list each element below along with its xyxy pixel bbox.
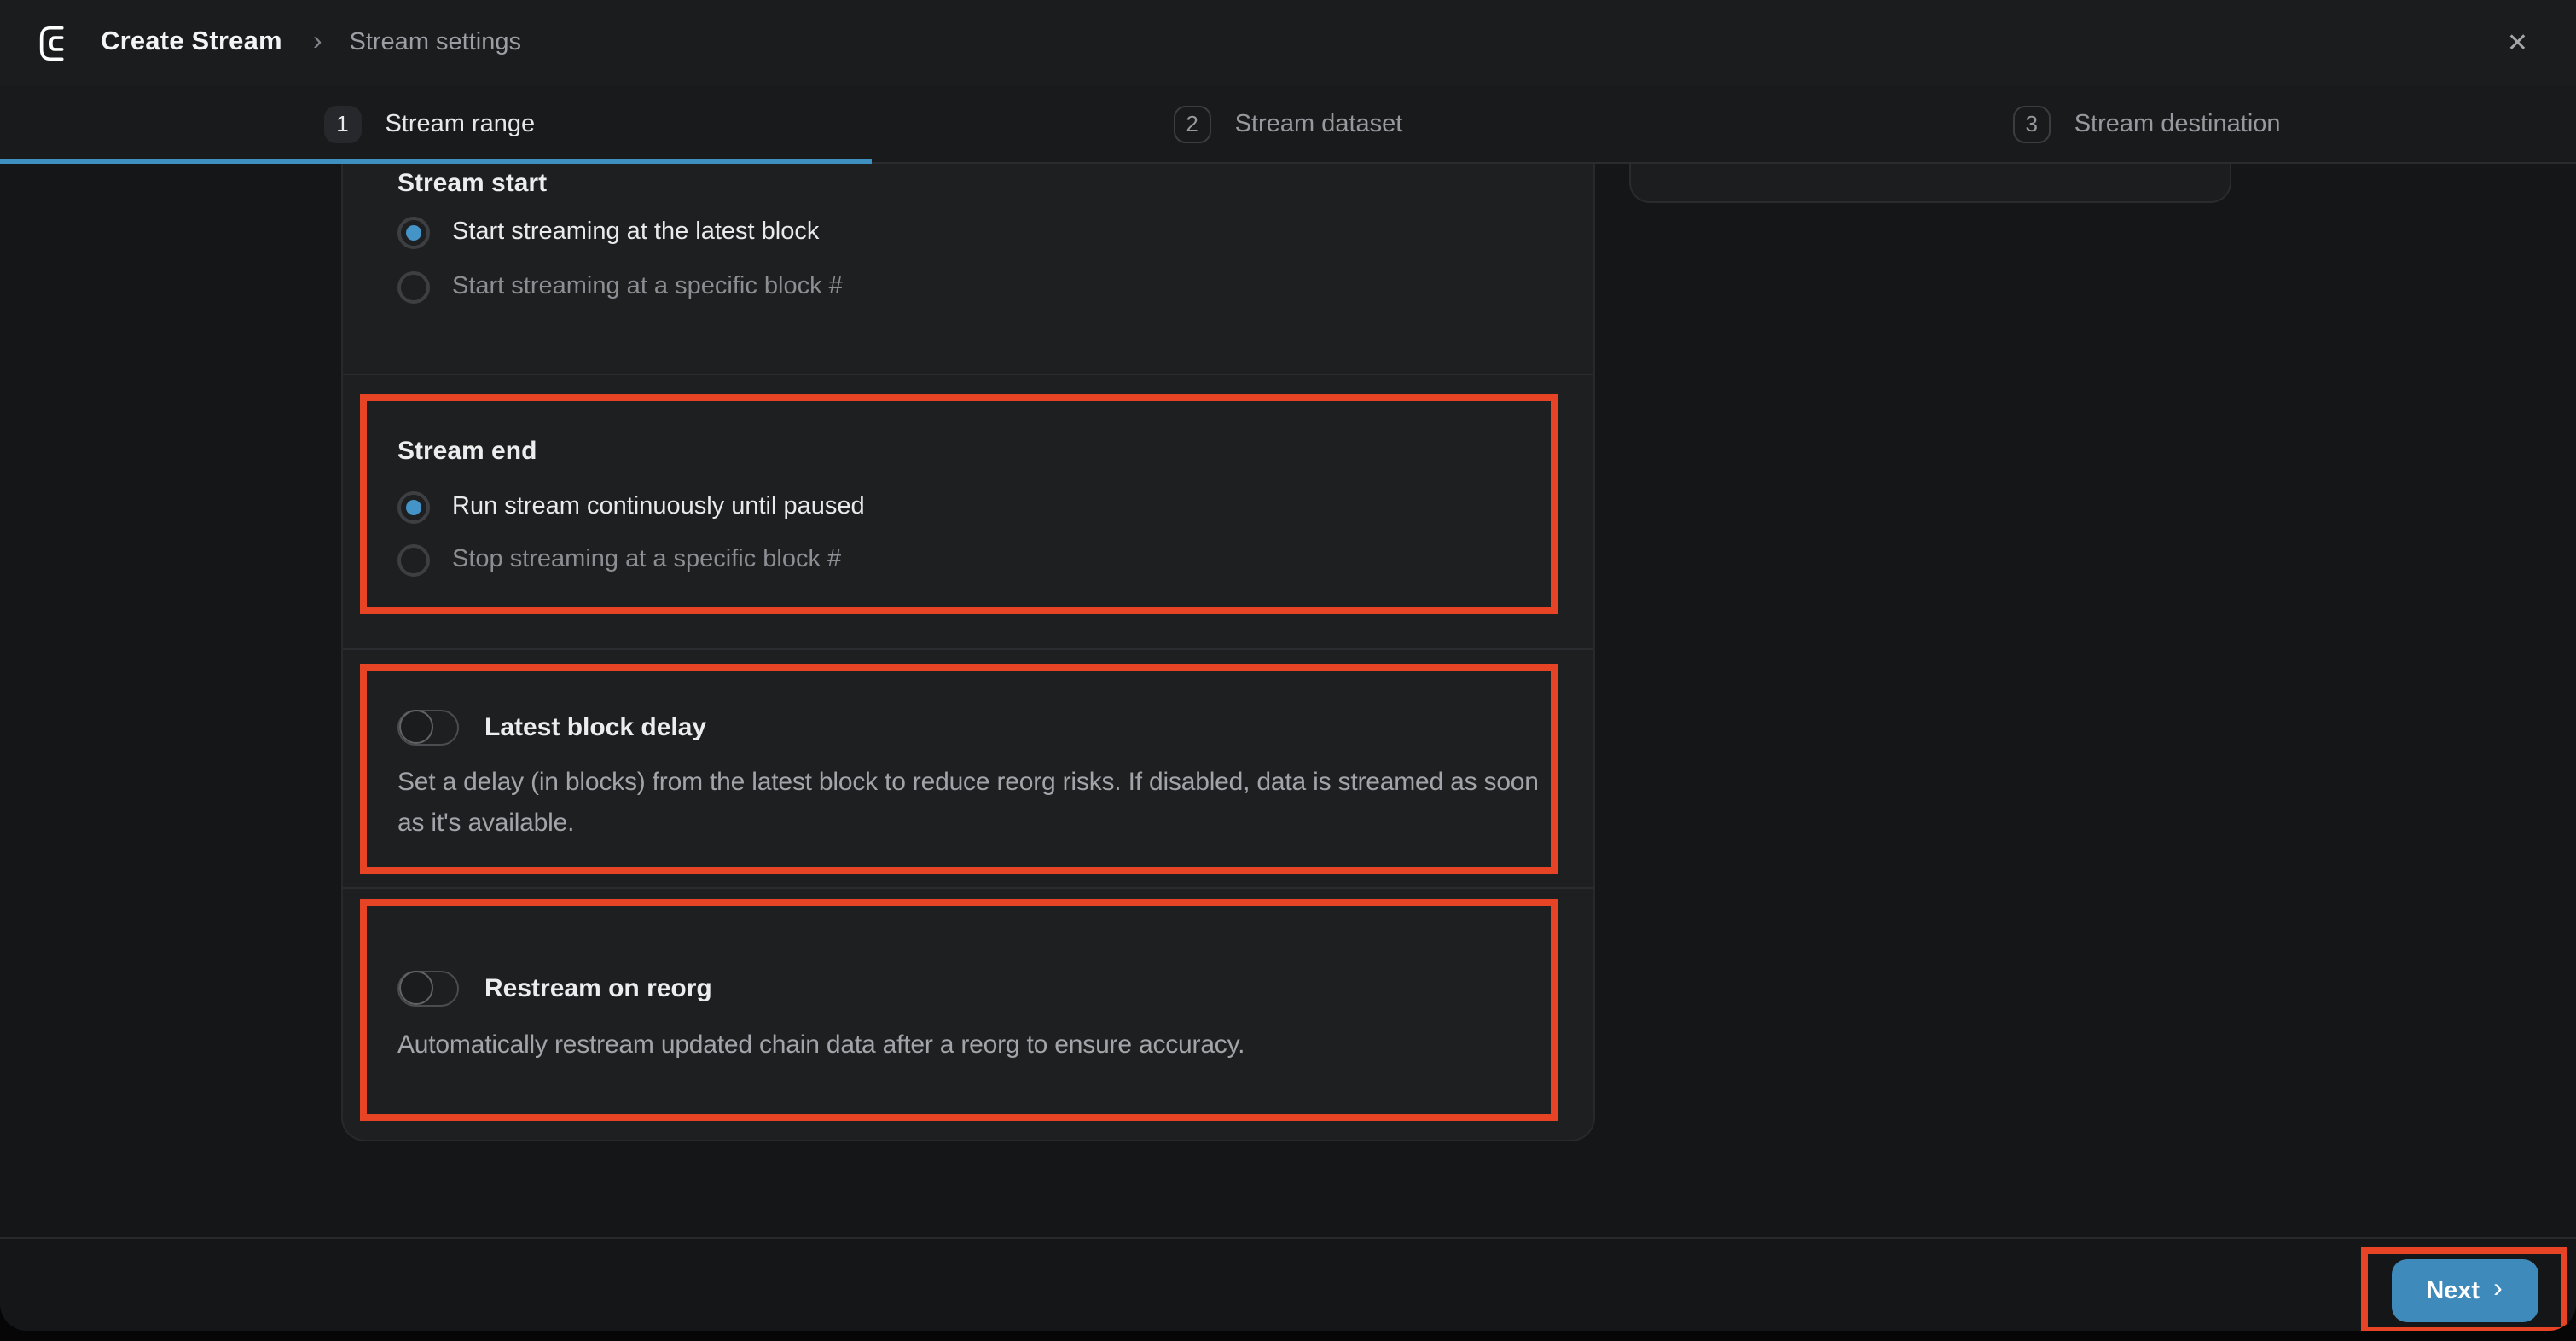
radio-icon[interactable] [397,543,430,576]
tab-label: Stream dataset [1235,110,1403,137]
toggle-label: Restream on reorg [484,973,712,1002]
modal-title: Create Stream [101,27,282,58]
breadcrumb-chevron-icon: › [313,29,322,56]
tab-stream-destination[interactable]: 3 Stream destination [1717,85,2576,162]
close-icon[interactable]: ✕ [2500,23,2535,62]
radio-option-run-continuously[interactable]: Run stream continuously until paused [397,488,1539,525]
toggle-description: Set a delay (in blocks) from the latest … [397,763,1539,843]
tab-label: Stream destination [2074,110,2281,137]
radio-icon[interactable] [397,216,430,248]
tab-stream-range[interactable]: 1 Stream range [0,85,859,162]
radio-label: Start streaming at a specific block # [452,273,843,300]
toggle-knob [399,710,433,744]
active-tab-underline [0,159,872,164]
toggle-knob [399,971,433,1005]
annotation-box-next: Next › [2361,1247,2567,1331]
step-tabs: 1 Stream range 2 Stream dataset 3 Stream… [0,85,2576,164]
radio-option-latest-block[interactable]: Start streaming at the latest block [397,213,1539,251]
content-area: Stream start Start streaming at the late… [0,164,2576,1237]
next-button-label: Next [2426,1277,2480,1304]
create-stream-modal: Create Stream › Stream settings ✕ 1 Stre… [0,0,2576,1331]
tab-stream-dataset[interactable]: 2 Stream dataset [859,85,1718,162]
step-number-badge: 3 [2013,105,2051,142]
stream-start-section: Stream start Start streaming at the late… [343,164,1593,375]
restream-on-reorg-section: Restream on reorg Automatically restream… [343,889,1593,1141]
radio-label: Start streaming at the latest block [452,218,819,246]
stream-range-card: Stream start Start streaming at the late… [341,164,1595,1141]
radio-option-specific-block-start[interactable]: Start streaming at a specific block # [397,268,1539,305]
restream-on-reorg-toggle[interactable] [397,970,459,1006]
stream-end-section: Stream end Run stream continuously until… [343,375,1593,650]
latest-block-delay-section: Latest block delay Set a delay (in block… [343,650,1593,889]
latest-block-delay-row: Latest block delay [397,705,1539,749]
toggle-description: Automatically restream updated chain dat… [397,1025,1539,1065]
section-heading: Stream start [397,167,1539,201]
breadcrumb: Stream settings [350,29,522,56]
radio-icon[interactable] [397,491,430,523]
modal-footer: Next › [0,1237,2576,1331]
section-heading: Stream end [397,435,1539,469]
tab-label: Stream range [385,110,535,137]
radio-label: Run stream continuously until paused [452,493,865,520]
chevron-right-icon: › [2493,1276,2503,1303]
modal-header: Create Stream › Stream settings ✕ [0,0,2576,85]
radio-icon[interactable] [397,270,430,303]
restream-on-reorg-row: Restream on reorg [397,966,1539,1010]
side-panel-edge [1629,164,2231,203]
toggle-label: Latest block delay [484,712,706,741]
step-number-badge: 2 [1174,105,1211,142]
radio-label: Stop streaming at a specific block # [452,546,841,573]
radio-option-specific-block-stop[interactable]: Stop streaming at a specific block # [397,541,1539,578]
stream-logo-icon [34,21,77,64]
step-number-badge: 1 [323,105,361,142]
annotation-box-restream-on-reorg [360,899,1558,1121]
latest-block-delay-toggle[interactable] [397,709,459,745]
next-button[interactable]: Next › [2391,1259,2538,1322]
screen: Create Stream › Stream settings ✕ 1 Stre… [0,0,2576,1341]
